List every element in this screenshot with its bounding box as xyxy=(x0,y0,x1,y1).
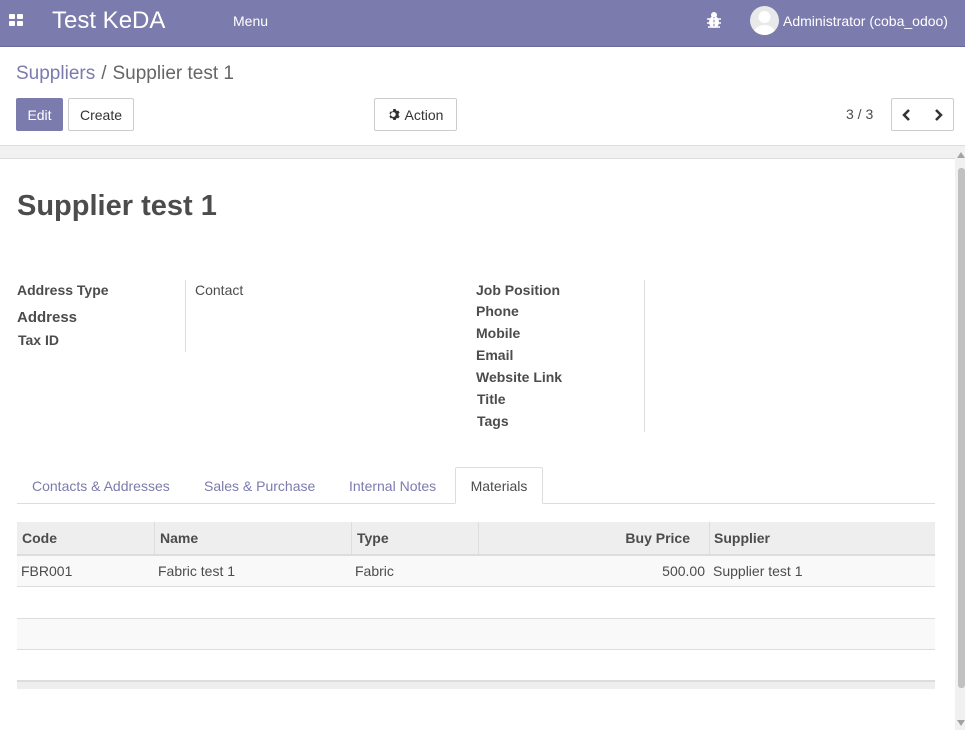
tab-contacts-addresses[interactable]: Contacts & Addresses xyxy=(32,467,170,504)
field-label-website-link: Website Link xyxy=(476,369,563,385)
tab-materials[interactable]: Materials xyxy=(455,467,543,504)
breadcrumb-current: Supplier test 1 xyxy=(112,63,234,84)
gear-icon xyxy=(388,109,400,120)
apps-grid-icon[interactable] xyxy=(9,14,25,28)
scroll-up-icon[interactable] xyxy=(957,152,965,158)
materials-table-footer xyxy=(17,681,935,689)
field-label-address: Address xyxy=(17,309,78,326)
action-button[interactable]: Action xyxy=(374,98,457,131)
cell-code: FBR001 xyxy=(21,563,73,579)
create-button[interactable]: Create xyxy=(68,98,134,131)
cell-supplier: Supplier test 1 xyxy=(713,563,803,579)
field-label-phone: Phone xyxy=(476,303,519,319)
menu-link[interactable]: Menu xyxy=(233,13,268,29)
scroll-down-icon[interactable] xyxy=(957,720,965,726)
cell-type: Fabric xyxy=(355,563,394,579)
pager-value[interactable]: 3 / 3 xyxy=(846,106,873,122)
field-label-title: Title xyxy=(477,391,506,407)
chevron-right-icon xyxy=(934,108,943,121)
content-divider xyxy=(0,145,965,159)
table-row[interactable]: FBR001 Fabric test 1 Fabric 500.00 Suppl… xyxy=(17,556,935,587)
user-avatar-icon[interactable] xyxy=(750,6,779,35)
tab-sales-purchase[interactable]: Sales & Purchase xyxy=(204,467,315,504)
materials-table-header: Code Name Type Buy Price Supplier xyxy=(17,522,935,556)
field-label-tax-id: Tax ID xyxy=(18,332,59,348)
field-label-email: Email xyxy=(476,347,514,363)
breadcrumb-suppliers-link[interactable]: Suppliers xyxy=(16,63,95,84)
table-row-empty xyxy=(17,588,935,619)
column-header-name[interactable]: Name xyxy=(154,522,351,554)
field-label-tags: Tags xyxy=(477,413,509,429)
cell-buy-price: 500.00 xyxy=(662,563,705,579)
field-value-address-type: Contact xyxy=(195,282,244,298)
edit-button[interactable]: Edit xyxy=(16,98,63,131)
user-menu[interactable]: Administrator (coba_odoo) xyxy=(783,13,948,29)
breadcrumb: Suppliers / Supplier test 1 xyxy=(16,63,234,85)
scrollbar-thumb[interactable] xyxy=(958,168,965,688)
column-header-code[interactable]: Code xyxy=(17,522,154,554)
bug-icon[interactable] xyxy=(706,11,722,29)
breadcrumb-separator: / xyxy=(101,63,107,84)
pager-previous-button[interactable] xyxy=(891,98,923,131)
chevron-left-icon xyxy=(902,108,910,121)
column-header-type[interactable]: Type xyxy=(351,522,478,554)
app-brand[interactable]: Test KeDA xyxy=(52,7,165,35)
top-navbar: Test KeDA Menu Administrator (coba_odoo) xyxy=(0,0,965,47)
column-header-supplier[interactable]: Supplier xyxy=(709,522,935,554)
table-row-empty xyxy=(17,619,935,650)
field-label-address-type: Address Type xyxy=(17,282,109,298)
left-group-separator xyxy=(185,280,186,352)
field-label-mobile: Mobile xyxy=(476,325,521,341)
column-header-buy-price[interactable]: Buy Price xyxy=(478,522,709,554)
pager-next-button[interactable] xyxy=(922,98,954,131)
right-group-separator xyxy=(644,280,645,432)
field-label-job-position: Job Position xyxy=(476,282,560,298)
tab-internal-notes[interactable]: Internal Notes xyxy=(349,467,436,504)
record-title: Supplier test 1 xyxy=(17,190,217,222)
table-row-empty xyxy=(17,650,935,681)
cell-name: Fabric test 1 xyxy=(158,563,236,579)
action-button-label: Action xyxy=(404,106,444,123)
